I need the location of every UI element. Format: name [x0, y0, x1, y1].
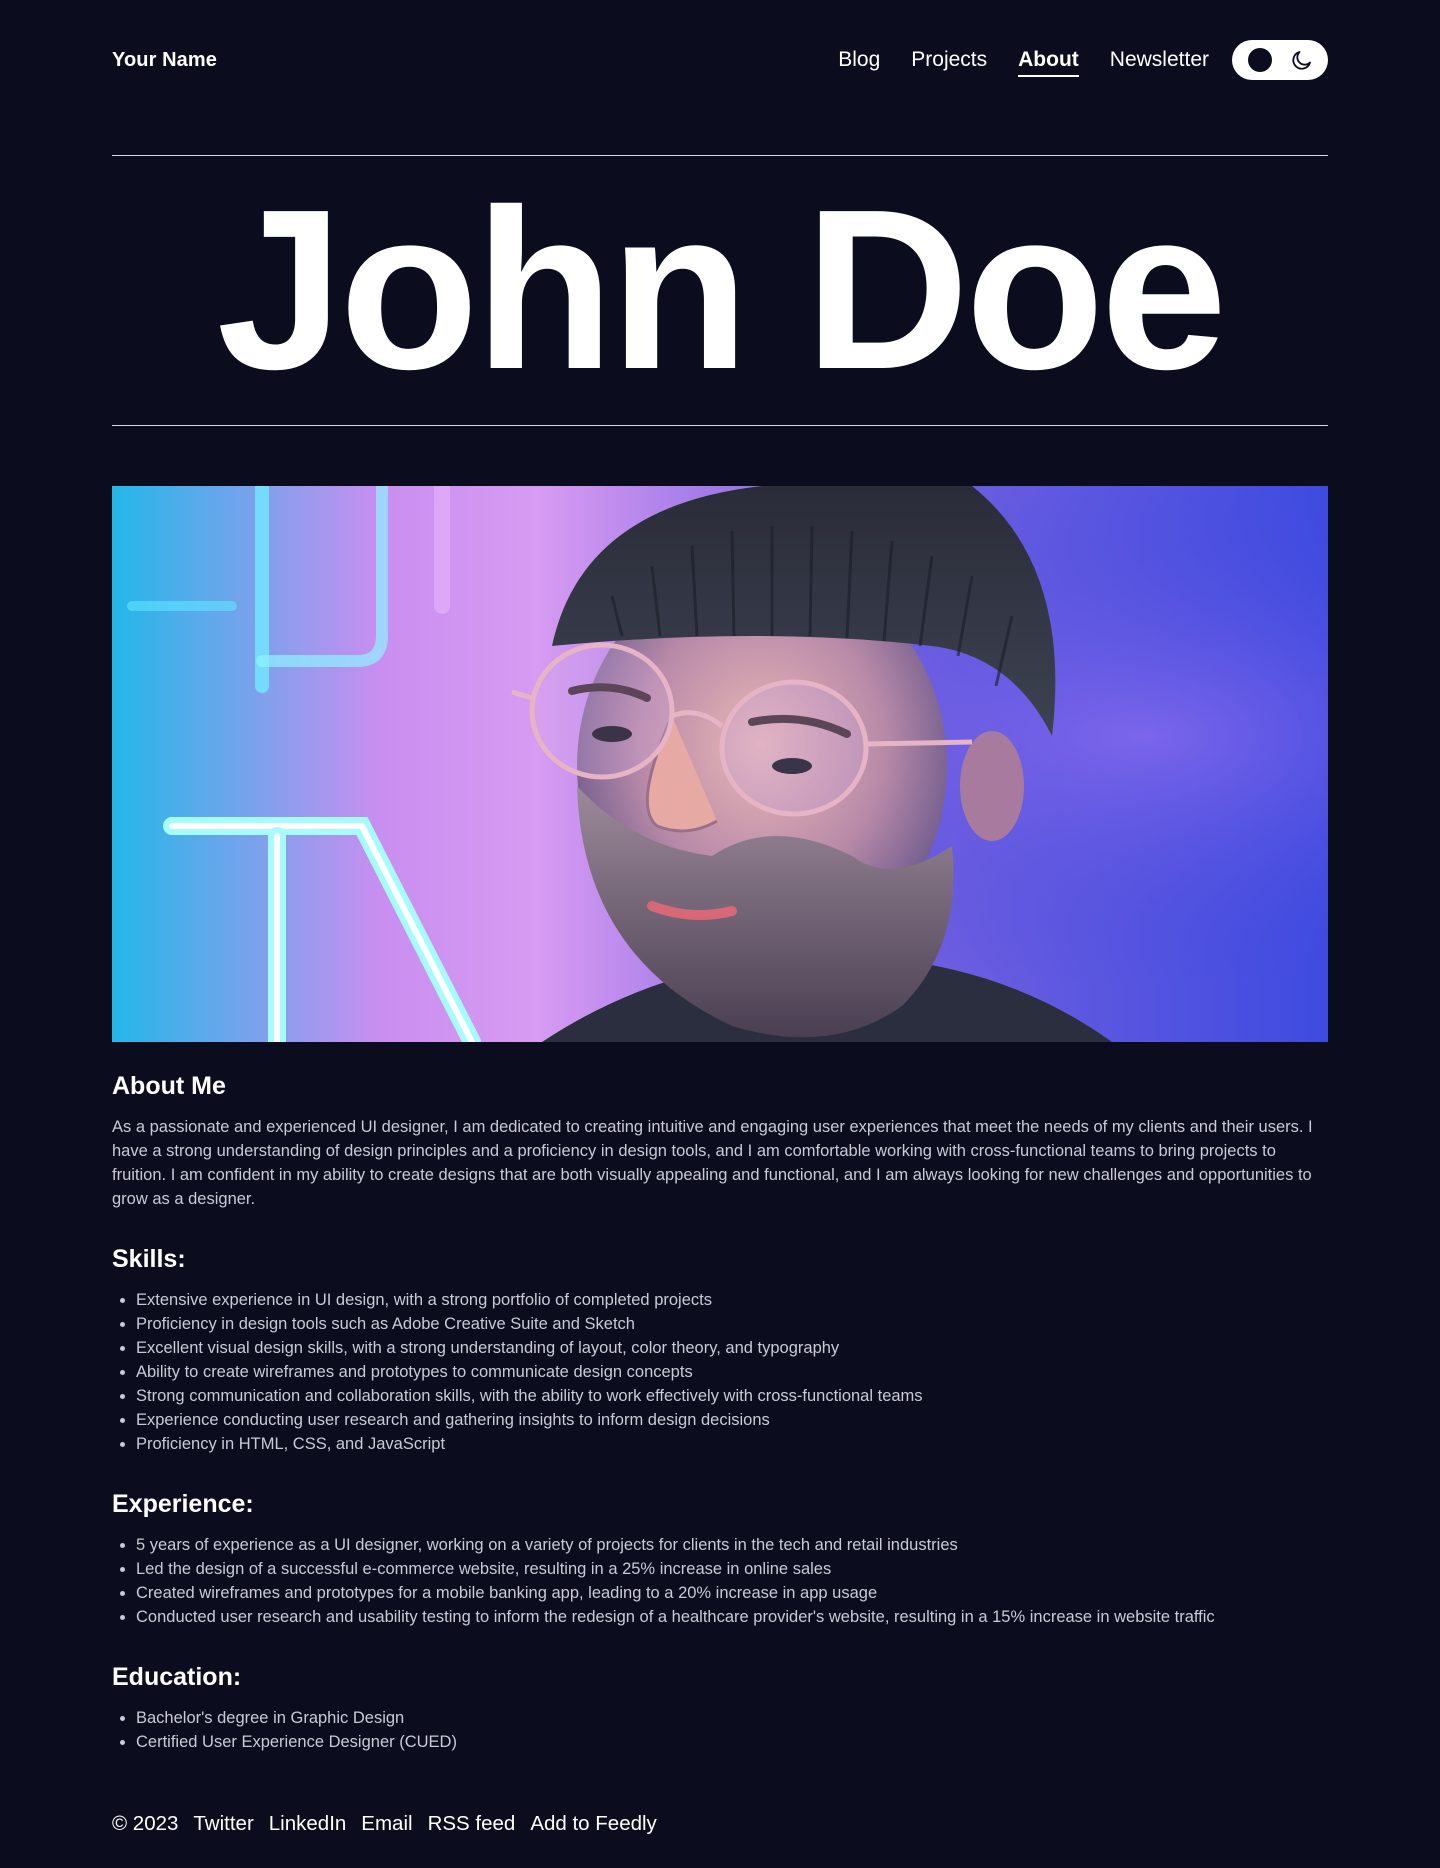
portrait-photo	[112, 486, 1328, 1042]
moon-icon	[1292, 51, 1311, 70]
nav-blog[interactable]: Blog	[838, 40, 880, 80]
footer-link-feedly[interactable]: Add to Feedly	[530, 1812, 657, 1836]
footer-link-rss[interactable]: RSS feed	[428, 1812, 516, 1836]
site-name-link[interactable]: Your Name	[112, 49, 217, 72]
nav-newsletter[interactable]: Newsletter	[1110, 40, 1209, 80]
skills-list: Extensive experience in UI design, with …	[112, 1288, 1328, 1456]
site-header: Your Name Blog Projects About Newsletter	[112, 40, 1328, 80]
experience-section: Experience: 5 years of experience as a U…	[112, 1490, 1328, 1629]
copyright-text: © 2023	[112, 1812, 179, 1835]
list-item: Ability to create wireframes and prototy…	[136, 1360, 1328, 1384]
main-content: About Me As a passionate and experienced…	[112, 1072, 1328, 1754]
list-item: Proficiency in design tools such as Adob…	[136, 1312, 1328, 1336]
experience-heading: Experience:	[112, 1490, 254, 1518]
list-item: Bachelor's degree in Graphic Design	[136, 1706, 1328, 1730]
footer-link-twitter[interactable]: Twitter	[193, 1812, 253, 1836]
skills-section: Skills: Extensive experience in UI desig…	[112, 1245, 1328, 1456]
skills-heading: Skills:	[112, 1245, 186, 1273]
hero-bottom-divider	[112, 425, 1328, 426]
list-item: Certified User Experience Designer (CUED…	[136, 1730, 1328, 1754]
footer-link-email[interactable]: Email	[361, 1812, 412, 1836]
toggle-knob	[1248, 48, 1272, 72]
main-nav: Blog Projects About Newsletter	[838, 40, 1328, 80]
list-item: Experience conducting user research and …	[136, 1408, 1328, 1432]
education-section: Education: Bachelor's degree in Graphic …	[112, 1663, 1328, 1754]
hero-top-divider	[112, 155, 1328, 156]
list-item: Created wireframes and prototypes for a …	[136, 1581, 1328, 1605]
footer-link-linkedin[interactable]: LinkedIn	[269, 1812, 347, 1836]
list-item: Excellent visual design skills, with a s…	[136, 1336, 1328, 1360]
education-heading: Education:	[112, 1663, 242, 1691]
nav-projects[interactable]: Projects	[911, 40, 987, 80]
list-item: 5 years of experience as a UI designer, …	[136, 1533, 1328, 1557]
experience-list: 5 years of experience as a UI designer, …	[112, 1533, 1328, 1629]
theme-toggle[interactable]	[1232, 40, 1328, 80]
hero-title: John Doe	[216, 163, 1228, 417]
about-heading: About Me	[112, 1072, 226, 1100]
list-item: Strong communication and collaboration s…	[136, 1384, 1328, 1408]
education-list: Bachelor's degree in Graphic Design Cert…	[112, 1706, 1328, 1754]
list-item: Led the design of a successful e-commerc…	[136, 1557, 1328, 1581]
list-item: Conducted user research and usability te…	[136, 1605, 1328, 1629]
about-text: As a passionate and experienced UI desig…	[112, 1118, 1313, 1208]
site-footer: © 2023 Twitter LinkedIn Email RSS feed A…	[112, 1812, 672, 1836]
nav-about[interactable]: About	[1018, 40, 1079, 80]
list-item: Proficiency in HTML, CSS, and JavaScript	[136, 1432, 1328, 1456]
list-item: Extensive experience in UI design, with …	[136, 1288, 1328, 1312]
